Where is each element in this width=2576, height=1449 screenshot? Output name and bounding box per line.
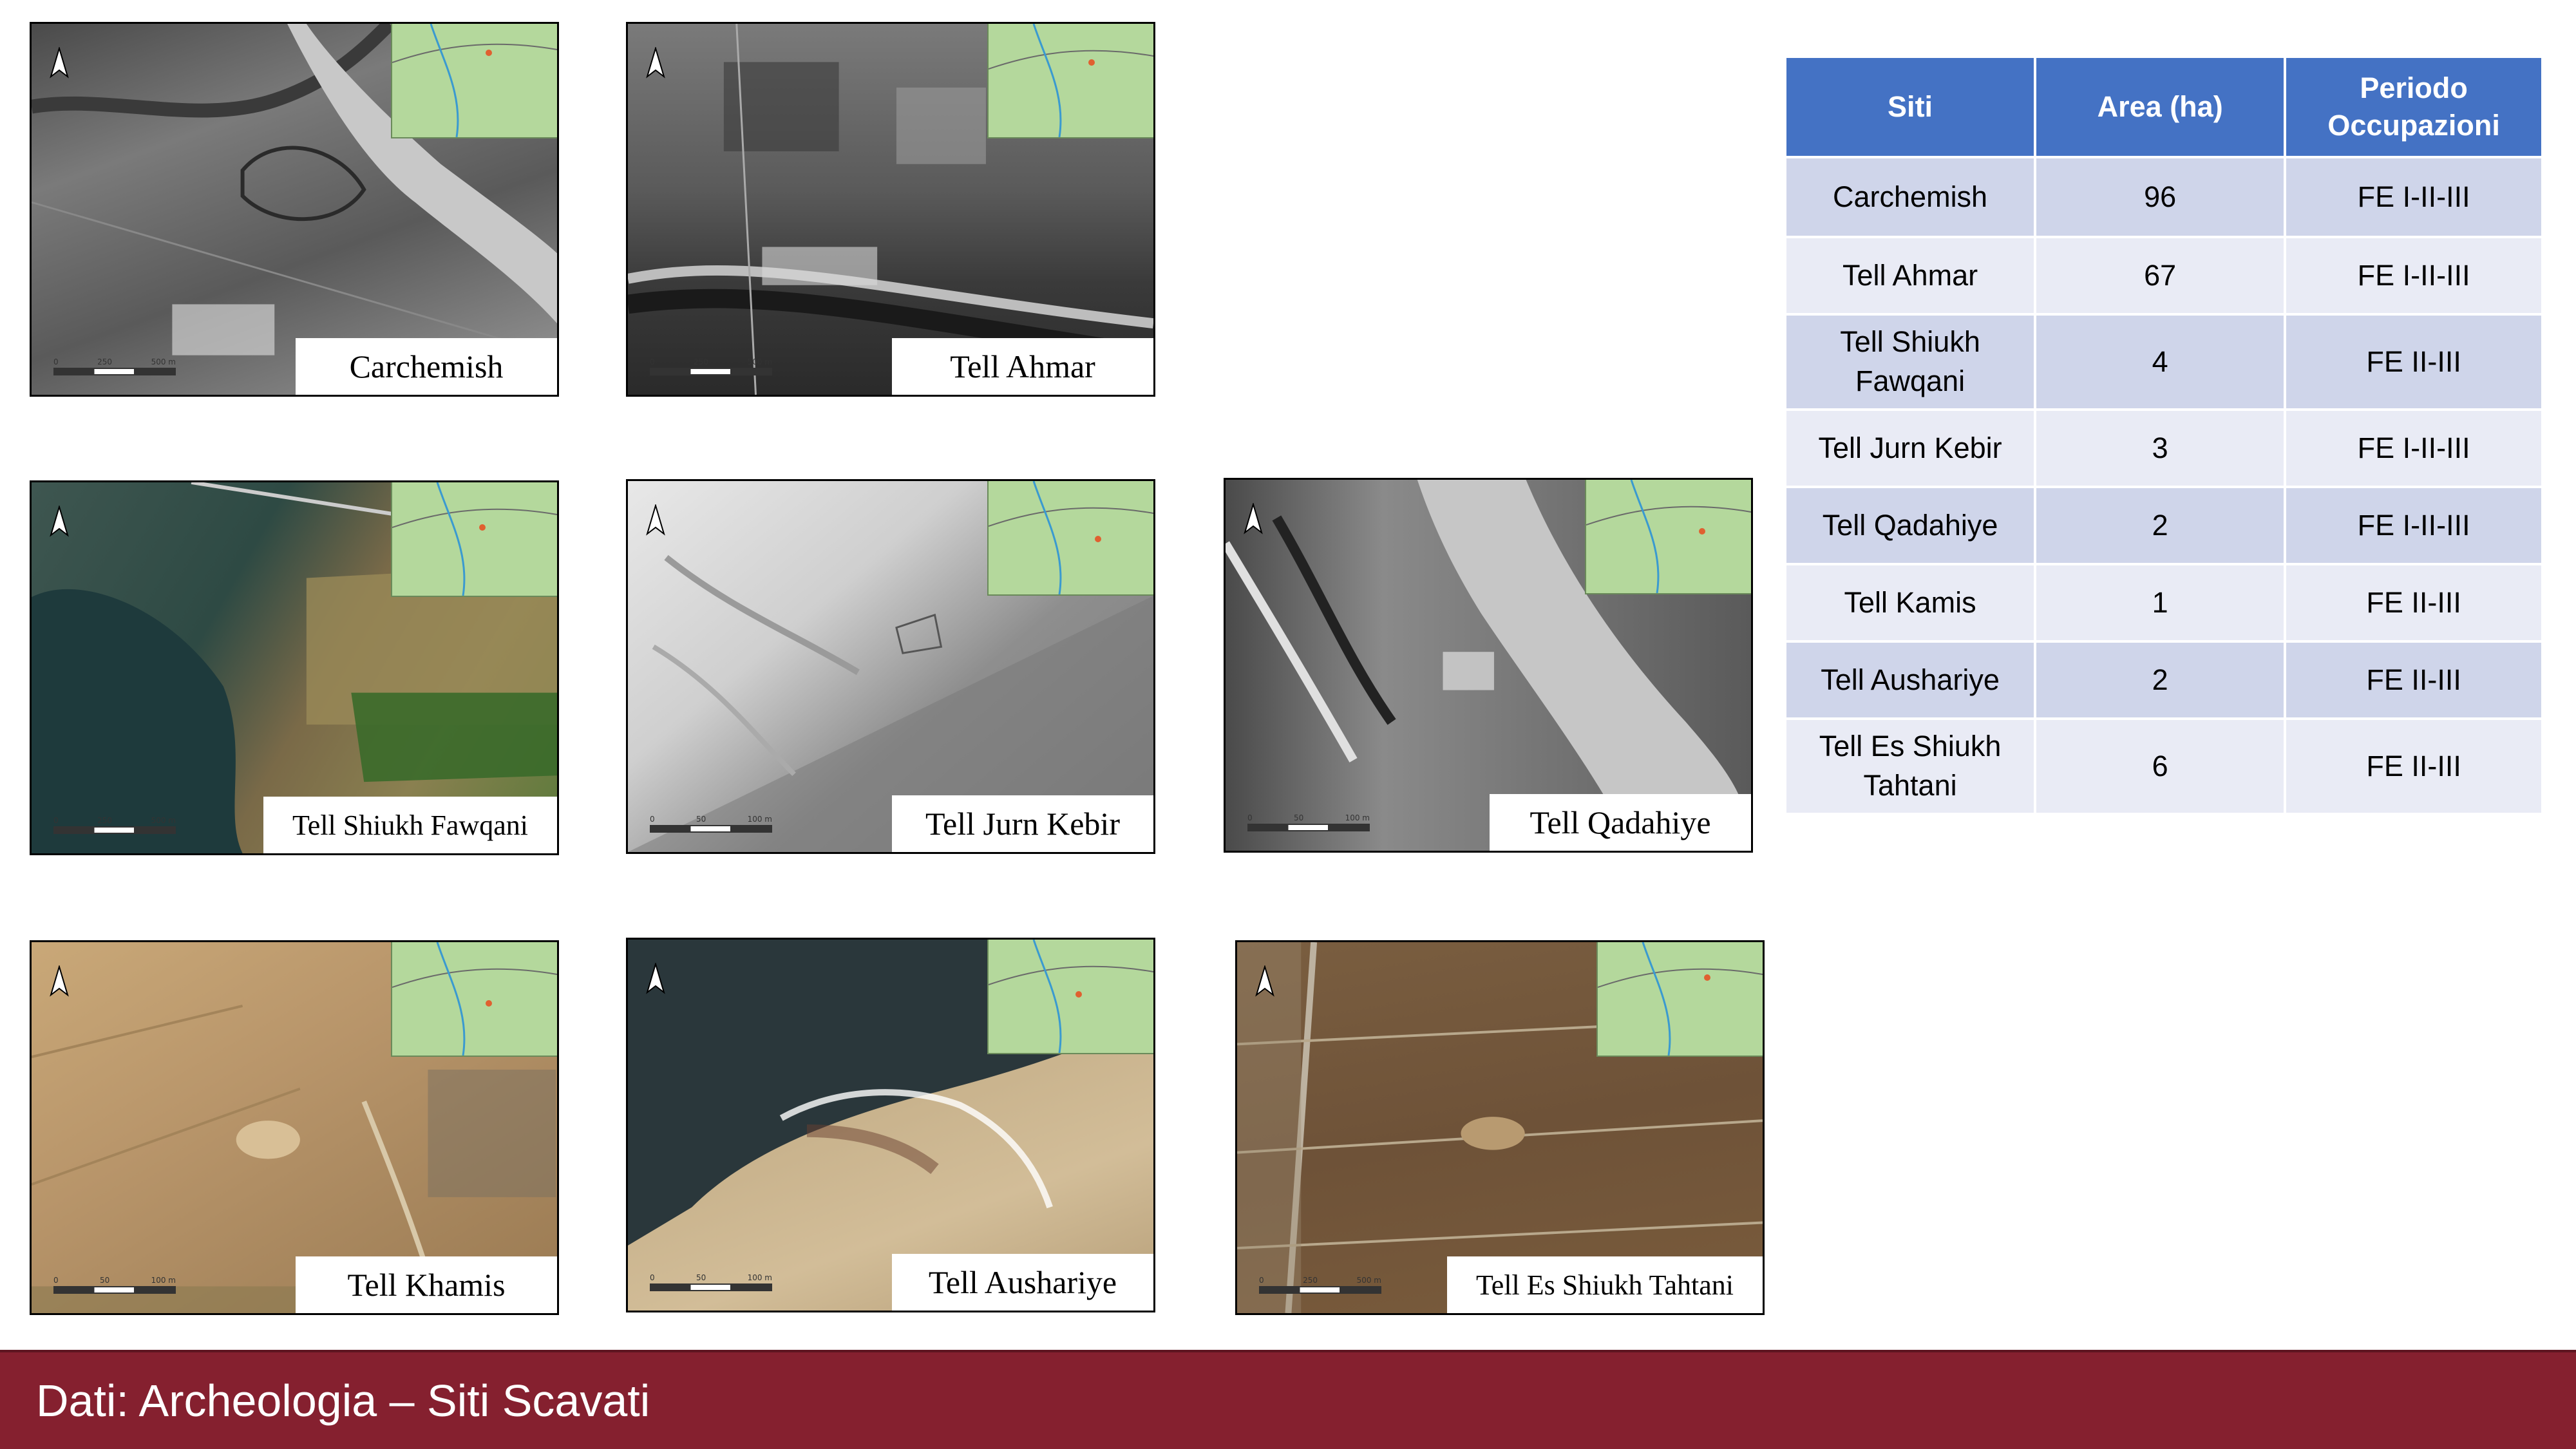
cell-area: 6: [2036, 720, 2284, 813]
location-inset-map: [391, 24, 557, 138]
north-arrow-icon: [1244, 503, 1263, 535]
north-arrow-icon: [50, 965, 69, 998]
site-label: Tell Shiukh Fawqani: [263, 797, 557, 853]
site-label: Tell Es Shiukh Tahtani: [1447, 1256, 1763, 1313]
site-map-tell-ahmar: 0 250 500 m Tell Ahmar: [626, 22, 1155, 397]
cell-period: FE I-II-III: [2286, 488, 2541, 563]
location-inset-map: [1585, 480, 1751, 594]
table-row: Carchemish 96 FE I-II-III: [1786, 158, 2541, 236]
site-map-tell-khamis: 0 50 100 m Tell Khamis: [30, 940, 559, 1315]
north-arrow-icon: [646, 963, 665, 995]
table-row: Tell Jurn Kebir 3 FE I-II-III: [1786, 411, 2541, 486]
location-inset-map: [987, 24, 1153, 138]
scale-bar: 0 250 500 m: [1259, 1276, 1381, 1298]
scale-bar: 0 250 500 m: [53, 357, 176, 379]
cell-site: Tell Kamis: [1786, 565, 2034, 640]
sites-table: Siti Area (ha) Periodo Occupazioni Carch…: [1784, 55, 2544, 815]
cell-period: FE II-III: [2286, 643, 2541, 717]
location-inset-map: [987, 481, 1153, 596]
scale-bar: 0 50 100 m: [650, 815, 772, 837]
scale-bar: 0 250 500 m: [53, 816, 176, 838]
table-row: Tell Ahmar 67 FE I-II-III: [1786, 238, 2541, 313]
footer-bar: Dati: Archeologia – Siti Scavati: [0, 1350, 2576, 1449]
site-map-tell-es-shiukh-tahtani: 0 250 500 m Tell Es Shiukh Tahtani: [1235, 940, 1765, 1315]
cell-area: 67: [2036, 238, 2284, 313]
cell-site: Tell Es Shiukh Tahtani: [1786, 720, 2034, 813]
cell-period: FE II-III: [2286, 720, 2541, 813]
cell-period: FE I-II-III: [2286, 158, 2541, 236]
cell-area: 1: [2036, 565, 2284, 640]
cell-site: Tell Jurn Kebir: [1786, 411, 2034, 486]
cell-period: FE I-II-III: [2286, 238, 2541, 313]
north-arrow-icon: [50, 506, 69, 538]
site-label: Tell Qadahiye: [1490, 794, 1751, 851]
location-inset-map: [987, 940, 1153, 1054]
table-row: Tell Shiukh Fawqani 4 FE II-III: [1786, 316, 2541, 408]
column-header-area: Area (ha): [2036, 58, 2284, 156]
cell-area: 2: [2036, 488, 2284, 563]
site-label: Tell Khamis: [296, 1256, 557, 1313]
cell-site: Tell Qadahiye: [1786, 488, 2034, 563]
location-inset-map: [391, 482, 557, 597]
cell-site: Tell Ahmar: [1786, 238, 2034, 313]
site-label: Tell Jurn Kebir: [892, 795, 1153, 852]
column-header-periodo: Periodo Occupazioni: [2286, 58, 2541, 156]
scale-bar: 0 250 500 m: [650, 357, 772, 379]
site-map-tell-shiukh-fawqani: 0 250 500 m Tell Shiukh Fawqani: [30, 480, 559, 855]
location-inset-map: [391, 942, 557, 1057]
cell-period: FE I-II-III: [2286, 411, 2541, 486]
cell-site: Carchemish: [1786, 158, 2034, 236]
north-arrow-icon: [50, 47, 69, 79]
site-map-tell-aushariye: 0 50 100 m Tell Aushariye: [626, 938, 1155, 1312]
site-map-tell-jurn-kebir: 0 50 100 m Tell Jurn Kebir: [626, 479, 1155, 854]
cell-area: 2: [2036, 643, 2284, 717]
table-row: Tell Aushariye 2 FE II-III: [1786, 643, 2541, 717]
cell-period: FE II-III: [2286, 565, 2541, 640]
table-row: Tell Es Shiukh Tahtani 6 FE II-III: [1786, 720, 2541, 813]
cell-area: 4: [2036, 316, 2284, 408]
location-inset-map: [1596, 942, 1763, 1057]
table-row: Tell Qadahiye 2 FE I-II-III: [1786, 488, 2541, 563]
north-arrow-icon: [646, 47, 665, 79]
north-arrow-icon: [1255, 965, 1274, 998]
scale-bar: 0 50 100 m: [53, 1276, 176, 1298]
scale-bar: 0 50 100 m: [1247, 813, 1370, 835]
slide-title: Dati: Archeologia – Siti Scavati: [36, 1376, 650, 1426]
scale-bar: 0 50 100 m: [650, 1273, 772, 1295]
table-row: Tell Kamis 1 FE II-III: [1786, 565, 2541, 640]
site-label: Carchemish: [296, 338, 557, 395]
table-header-row: Siti Area (ha) Periodo Occupazioni: [1786, 58, 2541, 156]
cell-site: Tell Aushariye: [1786, 643, 2034, 717]
site-label: Tell Aushariye: [892, 1254, 1153, 1311]
cell-site: Tell Shiukh Fawqani: [1786, 316, 2034, 408]
site-label: Tell Ahmar: [892, 338, 1153, 395]
north-arrow-icon: [646, 504, 665, 536]
cell-area: 3: [2036, 411, 2284, 486]
cell-period: FE II-III: [2286, 316, 2541, 408]
site-map-tell-qadahiye: 0 50 100 m Tell Qadahiye: [1224, 478, 1753, 853]
cell-area: 96: [2036, 158, 2284, 236]
site-map-carchemish: 0 250 500 m Carchemish: [30, 22, 559, 397]
column-header-siti: Siti: [1786, 58, 2034, 156]
